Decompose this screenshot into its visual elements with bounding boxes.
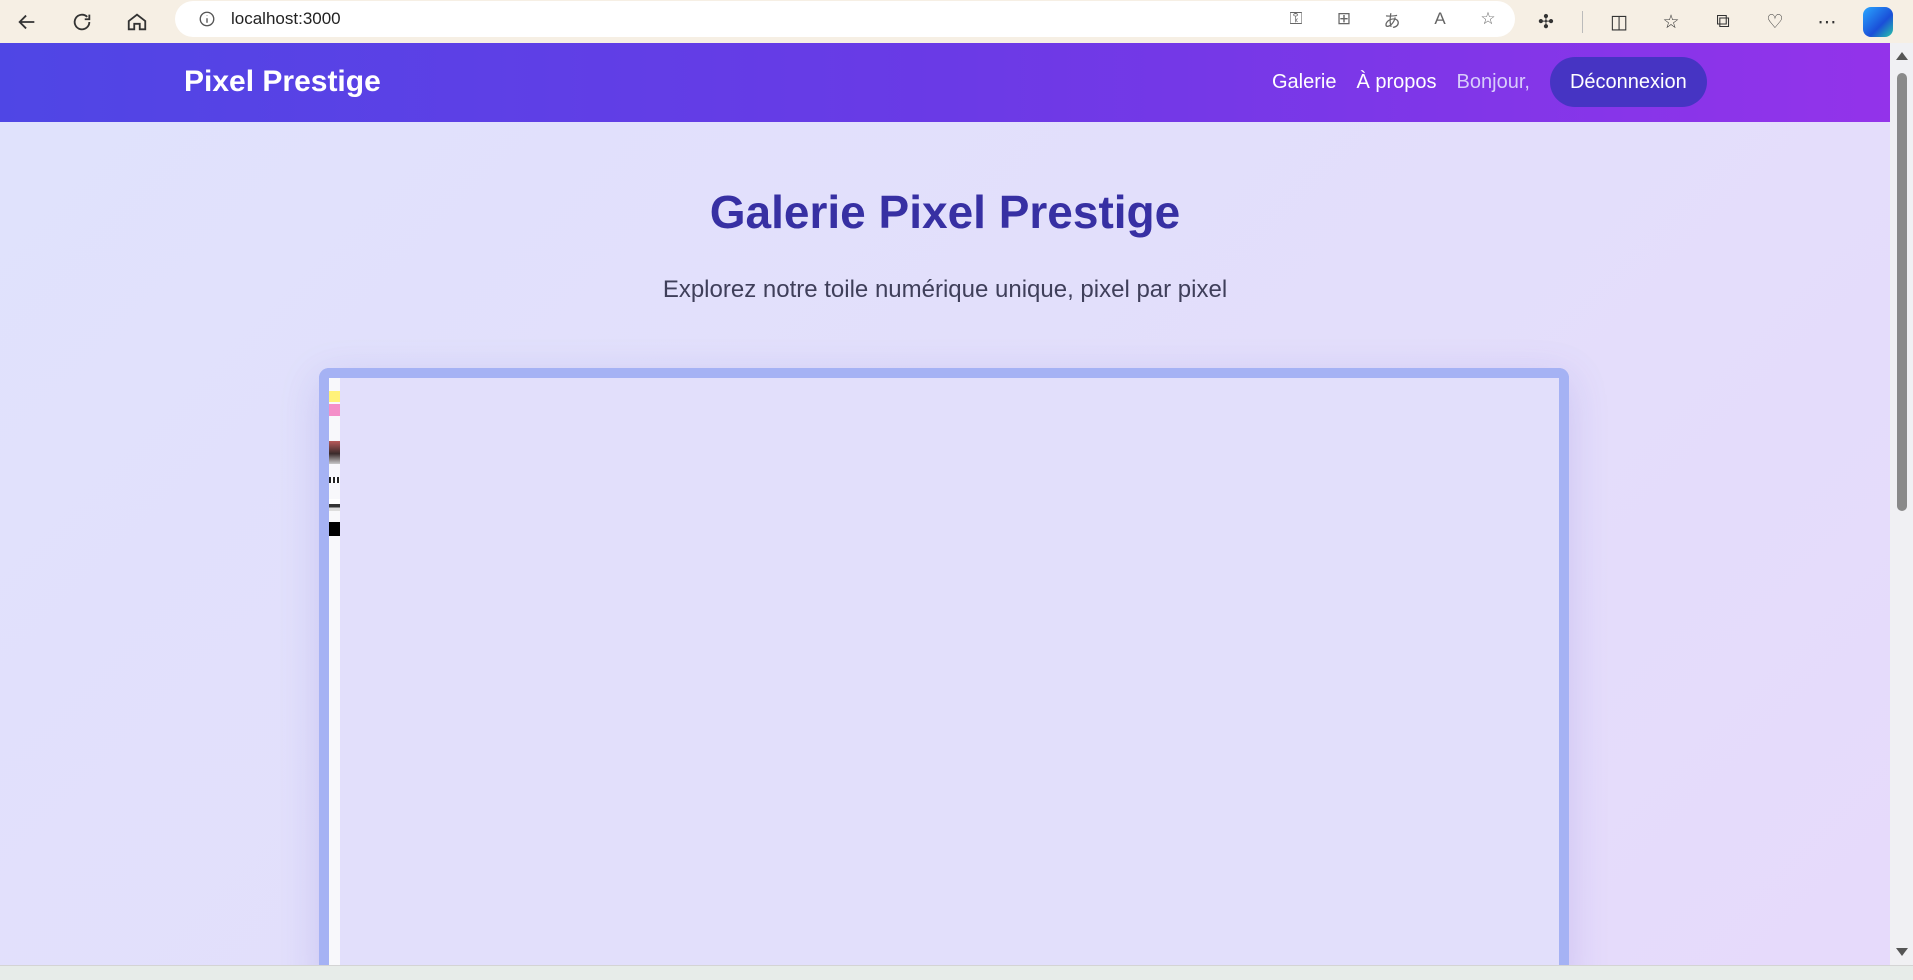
pixel-canvas[interactable]: [319, 368, 1569, 965]
brand-logo[interactable]: Pixel Prestige: [184, 65, 381, 99]
pixel-pink[interactable]: [329, 404, 340, 416]
toolbar-divider: [1582, 11, 1583, 33]
more-options-icon[interactable]: ⋯: [1811, 6, 1843, 38]
nav-link-gallery[interactable]: Galerie: [1272, 71, 1336, 94]
scroll-down-icon[interactable]: [1896, 948, 1908, 956]
pixel-image[interactable]: [329, 499, 340, 511]
url-text: localhost:3000: [231, 9, 341, 28]
os-taskbar: [0, 965, 1913, 980]
scrollbar-thumb[interactable]: [1897, 73, 1907, 511]
pixel-image[interactable]: [329, 477, 340, 483]
collections-icon[interactable]: ⧉: [1707, 6, 1739, 38]
logout-button[interactable]: Déconnexion: [1549, 57, 1707, 107]
nav-link-about[interactable]: À propos: [1356, 71, 1436, 94]
page-subtitle: Explorez notre toile numérique unique, p…: [662, 276, 1228, 303]
page-scrollbar[interactable]: [1890, 43, 1913, 965]
favorite-star-icon[interactable]: ☆: [1475, 6, 1501, 32]
pixel-column: [329, 378, 340, 965]
address-bar[interactable]: localhost:3000 ⚿ ⊞ あ A ☆: [175, 1, 1515, 37]
page-viewport: Pixel Prestige Galerie À propos Bonjour,…: [0, 43, 1890, 965]
app-available-icon[interactable]: ⊞: [1331, 6, 1357, 32]
site-info-icon[interactable]: [197, 9, 217, 29]
split-screen-icon[interactable]: ◫: [1603, 6, 1635, 38]
browser-toolbar: localhost:3000 ⚿ ⊞ あ A ☆ ✣ ◫ ☆ ⧉ ♡ ⋯: [0, 0, 1913, 43]
site-header: Pixel Prestige Galerie À propos Bonjour,…: [0, 43, 1890, 122]
copilot-icon[interactable]: [1863, 7, 1893, 37]
main-nav: Galerie À propos Bonjour, Déconnexion: [1272, 57, 1707, 107]
extensions-icon[interactable]: ✣: [1530, 6, 1562, 38]
page-title: Galerie Pixel Prestige: [709, 186, 1181, 238]
home-icon[interactable]: [119, 4, 155, 40]
read-aloud-icon[interactable]: A: [1427, 6, 1453, 32]
user-greeting: Bonjour,: [1456, 70, 1530, 93]
pixel-yellow[interactable]: [329, 391, 340, 402]
back-icon[interactable]: [9, 4, 45, 40]
refresh-icon[interactable]: [64, 4, 100, 40]
pixel-image[interactable]: [329, 441, 340, 464]
pixel-black[interactable]: [329, 522, 340, 536]
translate-icon[interactable]: あ: [1379, 6, 1405, 32]
key-icon[interactable]: ⚿: [1283, 6, 1309, 32]
favorites-icon[interactable]: ☆: [1655, 6, 1687, 38]
scroll-up-icon[interactable]: [1896, 52, 1908, 60]
browser-essentials-icon[interactable]: ♡: [1759, 6, 1791, 38]
